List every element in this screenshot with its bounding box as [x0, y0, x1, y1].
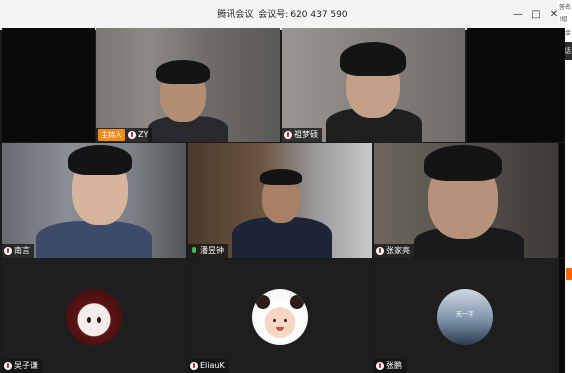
empty-tile: [559, 143, 565, 258]
ghost-eye: [97, 317, 101, 323]
mic-muted-icon: [4, 362, 12, 370]
mic-active-icon: [190, 247, 198, 255]
participant-name-tag: EliauK: [188, 359, 229, 373]
maximize-button[interactable]: □: [529, 7, 543, 23]
mic-muted-icon: [284, 131, 292, 139]
ghost-avatar-icon: [66, 289, 122, 345]
empty-tile: [467, 28, 565, 142]
hair-bun: [256, 295, 270, 309]
mic-muted-icon: [376, 362, 384, 370]
participant-name-tag: 潘昱钟: [188, 244, 228, 258]
video-tile[interactable]: 南言: [2, 143, 186, 258]
girl-mouth: [276, 327, 284, 331]
avatar-tile[interactable]: 吴子谦: [2, 259, 186, 373]
person-hair: [68, 145, 132, 175]
empty-tile: [2, 28, 95, 142]
person-hair: [424, 145, 502, 181]
participant-name-tag: 张鹏: [374, 359, 406, 373]
participant-name-tag: 祖梦硕: [282, 128, 322, 142]
mic-muted-icon: [128, 131, 136, 139]
participant-name: 张家亮: [386, 246, 410, 255]
mic-muted-icon: [376, 247, 384, 255]
window-title: 腾讯会议 会议号: 620 437 590: [0, 0, 565, 30]
avatar-tile[interactable]: 无一字 张鹏: [374, 259, 558, 373]
participant-name-tag: 南言: [2, 244, 34, 258]
person-hair: [340, 42, 406, 76]
person-hair: [156, 60, 210, 84]
participant-name: 张鹏: [386, 361, 402, 370]
participant-name: ZY: [138, 130, 149, 139]
girl-eye: [284, 319, 287, 322]
participant-name-tag: 张家亮: [374, 244, 414, 258]
app-name: 腾讯会议: [217, 10, 254, 20]
avatar-caption: 无一字: [455, 311, 474, 318]
person-hair: [260, 169, 302, 185]
participant-name-tag: 主持人 ZY: [96, 128, 153, 142]
participant-name: 南言: [14, 246, 30, 255]
minimize-button[interactable]: —: [511, 7, 525, 23]
participant-name: 潘昱钟: [200, 246, 224, 255]
participant-name: 吴子谦: [14, 361, 38, 370]
host-badge: 主持人: [98, 129, 125, 141]
person-silhouette: [36, 221, 152, 258]
participant-name: 祖梦硕: [294, 130, 318, 139]
girl-eye: [273, 319, 276, 322]
video-tile[interactable]: 潘昱钟: [188, 143, 372, 258]
app-edge-icon: [566, 268, 572, 280]
title-bar: 腾讯会议 会议号: 620 437 590 — □ ✕: [0, 0, 565, 30]
empty-tile: [559, 259, 565, 373]
meeting-id-label: 会议号:: [258, 10, 289, 20]
background-partial-text: !组: [558, 14, 569, 23]
hair-bun: [290, 295, 304, 309]
mic-muted-icon: [4, 247, 12, 255]
participant-name: EliauK: [200, 361, 225, 370]
girl-avatar-icon: [252, 289, 308, 345]
meeting-id: 620 437 590: [290, 10, 348, 20]
video-tile[interactable]: 主持人 ZY: [96, 28, 280, 142]
video-tile[interactable]: 张家亮: [374, 143, 558, 258]
person-silhouette: [232, 217, 332, 258]
meeting-window: 腾讯会议 会议号:620 437 590 — □ ✕ 答名 !组 多余 正在讲话…: [0, 0, 572, 373]
video-tile[interactable]: 祖梦硕: [282, 28, 465, 142]
participant-name-tag: 吴子谦: [2, 359, 42, 373]
mic-muted-icon: [190, 362, 198, 370]
ghost-eye: [87, 317, 91, 323]
avatar-tile[interactable]: EliauK: [188, 259, 372, 373]
background-partial-text: 答名: [558, 2, 572, 11]
sky-avatar-icon: 无一字: [437, 289, 493, 345]
